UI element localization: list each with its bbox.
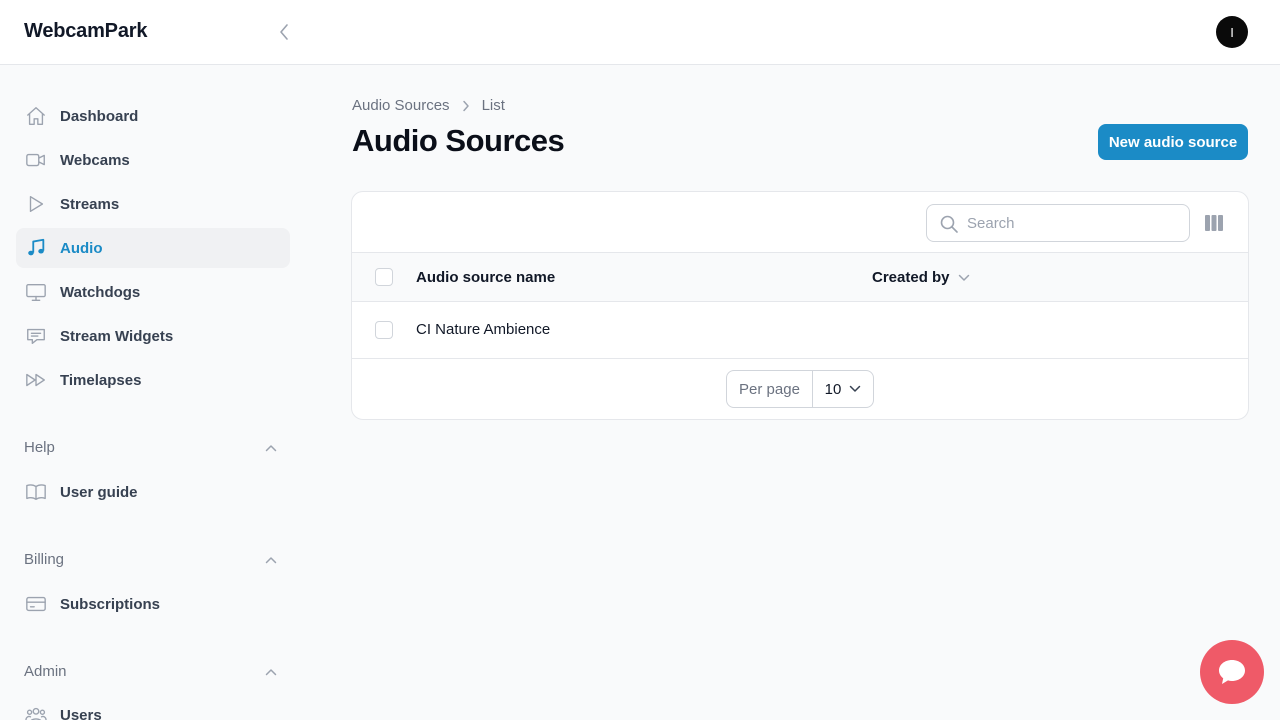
home-icon [24, 104, 48, 128]
video-camera-icon [24, 148, 48, 172]
sidebar-item-label: Dashboard [60, 107, 139, 125]
group-label-admin: Admin [24, 663, 67, 680]
sidebar-item-label: Stream Widgets [60, 327, 174, 345]
sidebar-item-label: Streams [60, 195, 120, 213]
column-header-created-by[interactable]: Created by [872, 269, 970, 286]
chevron-up-icon [265, 669, 277, 676]
group-label-billing: Billing [24, 551, 65, 568]
chevron-down-icon [958, 274, 970, 282]
column-toggle-button[interactable] [1202, 212, 1226, 234]
sidebar-item-users[interactable]: Users [16, 695, 290, 720]
user-avatar[interactable]: I [1216, 16, 1248, 48]
sidebar-item-label: User guide [60, 483, 138, 501]
new-audio-source-button[interactable]: New audio source [1098, 124, 1248, 160]
chevron-left-icon [280, 24, 288, 40]
breadcrumb-current: List [481, 97, 505, 114]
sidebar-item-stream-widgets[interactable]: Stream Widgets [16, 316, 290, 356]
group-label-help: Help [24, 439, 55, 456]
search-input[interactable] [967, 205, 1182, 241]
users-icon [24, 703, 48, 720]
chevron-up-icon [265, 557, 277, 564]
sidebar-item-streams[interactable]: Streams [16, 184, 290, 224]
monitor-icon [24, 280, 48, 304]
sidebar-item-label: Watchdogs [60, 283, 141, 301]
sidebar-item-label: Webcams [60, 151, 130, 169]
sidebar-item-label: Subscriptions [60, 595, 161, 613]
page-title: Audio Sources [352, 123, 565, 158]
search-field[interactable] [926, 204, 1190, 242]
sidebar-item-watchdogs[interactable]: Watchdogs [16, 272, 290, 312]
help-group-toggle[interactable] [262, 439, 280, 457]
columns-icon [1205, 215, 1223, 231]
sidebar-item-user-guide[interactable]: User guide [16, 472, 290, 512]
chat-support-button[interactable] [1200, 640, 1264, 704]
row-checkbox[interactable] [375, 321, 393, 339]
per-page-value: 10 [824, 380, 842, 398]
column-header-label: Created by [872, 269, 950, 286]
chat-icon [1219, 660, 1245, 684]
collapse-sidebar-button[interactable] [272, 20, 296, 44]
sidebar-item-webcams[interactable]: Webcams [16, 140, 290, 180]
chevron-right-icon [462, 100, 470, 112]
cell-audio-source-name[interactable]: CI Nature Ambience [416, 321, 550, 338]
credit-card-icon [24, 592, 48, 616]
audio-sources-table: Audio source name Created by CI Nature A… [351, 191, 1249, 420]
sidebar: Dashboard Webcams Streams Audio Watchdog… [0, 65, 306, 720]
sidebar-item-timelapses[interactable]: Timelapses [16, 360, 290, 400]
sidebar-item-label: Audio [60, 239, 103, 257]
breadcrumb: Audio Sources List [352, 97, 505, 114]
table-row[interactable]: CI Nature Ambience [352, 302, 1248, 359]
top-bar: WebcamPark I [0, 0, 1280, 65]
brand-logo[interactable]: WebcamPark [24, 20, 147, 43]
breadcrumb-audio-sources[interactable]: Audio Sources [352, 97, 450, 114]
table-header: Audio source name Created by [352, 253, 1248, 302]
music-note-icon [24, 236, 48, 260]
chevron-down-icon [849, 385, 861, 393]
table-toolbar [352, 192, 1248, 253]
admin-group-toggle[interactable] [262, 663, 280, 681]
sidebar-item-subscriptions[interactable]: Subscriptions [16, 584, 290, 624]
per-page-label: Per page [727, 371, 813, 407]
select-all-checkbox[interactable] [375, 268, 393, 286]
play-icon [24, 192, 48, 216]
sidebar-item-label: Users [60, 706, 102, 720]
billing-group-toggle[interactable] [262, 551, 280, 569]
fast-forward-icon [24, 368, 48, 392]
per-page-select[interactable]: 10 [813, 371, 873, 407]
sidebar-item-audio[interactable]: Audio [16, 228, 290, 268]
per-page-control: Per page 10 [726, 370, 874, 408]
column-header-audio-source-name[interactable]: Audio source name [416, 269, 555, 286]
sidebar-item-dashboard[interactable]: Dashboard [16, 96, 290, 136]
sidebar-item-label: Timelapses [60, 371, 142, 389]
chevron-up-icon [265, 445, 277, 452]
book-open-icon [24, 480, 48, 504]
search-icon [940, 215, 958, 233]
chat-bubble-icon [24, 324, 48, 348]
